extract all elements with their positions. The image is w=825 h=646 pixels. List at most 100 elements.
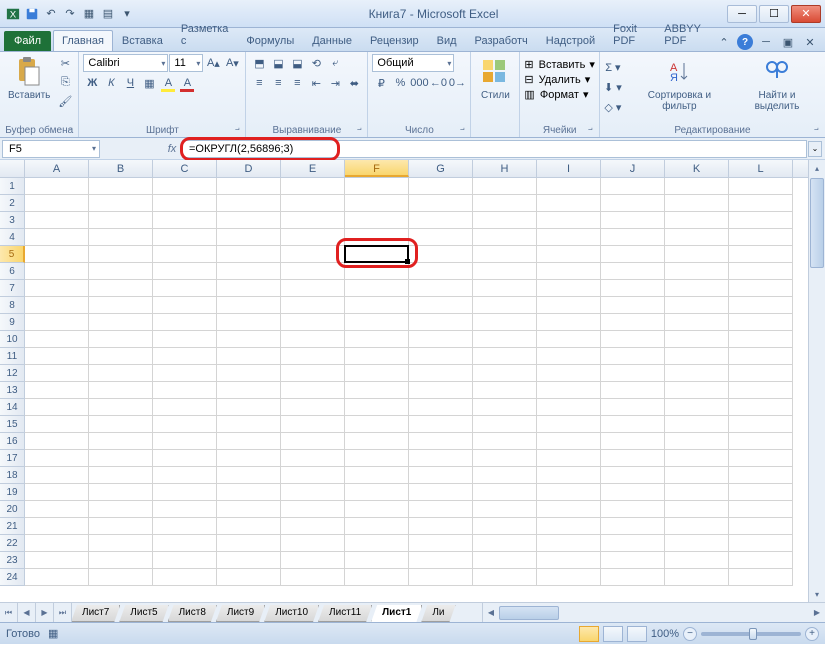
cell[interactable] — [601, 348, 665, 365]
cell[interactable] — [345, 348, 409, 365]
maximize-button[interactable]: ☐ — [759, 5, 789, 23]
tab-view[interactable]: Вид — [428, 30, 466, 51]
zoom-slider[interactable] — [701, 632, 801, 636]
cell[interactable] — [473, 501, 537, 518]
cell[interactable] — [409, 501, 473, 518]
cell[interactable] — [537, 416, 601, 433]
cell[interactable] — [601, 195, 665, 212]
tab-home[interactable]: Главная — [53, 30, 113, 51]
cell[interactable] — [665, 246, 729, 263]
cell[interactable] — [473, 450, 537, 467]
cell[interactable] — [665, 382, 729, 399]
cell[interactable] — [409, 178, 473, 195]
cell[interactable] — [25, 416, 89, 433]
cell[interactable] — [345, 365, 409, 382]
tab-developer[interactable]: Разработч — [466, 30, 537, 51]
cell[interactable] — [281, 382, 345, 399]
column-header[interactable]: C — [153, 160, 217, 177]
cell[interactable] — [601, 263, 665, 280]
cell[interactable] — [153, 331, 217, 348]
cell[interactable] — [729, 518, 793, 535]
row-header[interactable]: 23 — [0, 552, 25, 569]
cell[interactable] — [153, 348, 217, 365]
sheet-tab[interactable]: Лист9 — [216, 605, 265, 622]
font-color-icon[interactable]: A — [178, 74, 196, 92]
cell[interactable] — [473, 416, 537, 433]
cell[interactable] — [601, 382, 665, 399]
view-layout-button[interactable] — [603, 626, 623, 642]
cell[interactable] — [473, 552, 537, 569]
cell[interactable] — [153, 518, 217, 535]
cell[interactable] — [537, 178, 601, 195]
cell[interactable] — [281, 518, 345, 535]
cell[interactable] — [729, 399, 793, 416]
cell[interactable] — [665, 195, 729, 212]
name-box[interactable]: F5 — [2, 140, 100, 158]
cell[interactable] — [473, 348, 537, 365]
row-header[interactable]: 7 — [0, 280, 25, 297]
cell[interactable] — [281, 178, 345, 195]
cell[interactable] — [473, 229, 537, 246]
cell[interactable] — [153, 365, 217, 382]
cell[interactable] — [729, 195, 793, 212]
currency-icon[interactable]: ₽ — [372, 74, 390, 92]
row-header[interactable]: 14 — [0, 399, 25, 416]
row-header[interactable]: 16 — [0, 433, 25, 450]
cell[interactable] — [473, 263, 537, 280]
cell[interactable] — [409, 212, 473, 229]
bold-button[interactable]: Ж — [83, 74, 101, 92]
cell[interactable] — [89, 467, 153, 484]
cell[interactable] — [345, 433, 409, 450]
cell[interactable] — [665, 229, 729, 246]
vertical-scrollbar[interactable]: ▴ ▾ — [808, 160, 825, 602]
macro-record-icon[interactable]: ▦ — [48, 627, 58, 640]
cell[interactable] — [473, 280, 537, 297]
cell[interactable] — [537, 433, 601, 450]
cell[interactable] — [729, 348, 793, 365]
cell[interactable] — [409, 518, 473, 535]
scroll-left-icon[interactable]: ◀ — [483, 603, 499, 622]
column-header[interactable]: I — [537, 160, 601, 177]
grid-rows[interactable]: 123452,569678910111213141516171819202122… — [0, 178, 825, 586]
cell[interactable] — [409, 280, 473, 297]
cell[interactable] — [345, 331, 409, 348]
cell[interactable] — [409, 433, 473, 450]
align-left-icon[interactable]: ≡ — [250, 74, 268, 92]
cell[interactable] — [601, 484, 665, 501]
cell[interactable] — [601, 280, 665, 297]
cell[interactable] — [665, 501, 729, 518]
indent-inc-icon[interactable]: ⇥ — [326, 74, 344, 92]
cell[interactable] — [729, 467, 793, 484]
cell[interactable] — [89, 297, 153, 314]
align-middle-icon[interactable]: ⬓ — [269, 54, 287, 72]
tab-addins[interactable]: Надстрой — [537, 30, 604, 51]
cell[interactable] — [217, 331, 281, 348]
qa-btn[interactable]: ▦ — [80, 5, 98, 23]
percent-icon[interactable]: % — [391, 74, 409, 92]
cell[interactable] — [217, 212, 281, 229]
format-cells-button[interactable]: ▥ Формат ▾ — [524, 88, 588, 101]
cell[interactable] — [345, 229, 409, 246]
cell[interactable] — [409, 229, 473, 246]
cell[interactable] — [729, 484, 793, 501]
cell[interactable] — [409, 484, 473, 501]
cell[interactable] — [409, 195, 473, 212]
cell[interactable] — [217, 246, 281, 263]
cell[interactable] — [153, 263, 217, 280]
font-size-combo[interactable]: 11 — [169, 54, 203, 72]
grow-font-icon[interactable]: A▴ — [204, 54, 222, 72]
cell[interactable] — [537, 552, 601, 569]
cell[interactable] — [281, 348, 345, 365]
cell[interactable] — [345, 314, 409, 331]
cell[interactable] — [153, 399, 217, 416]
cell[interactable] — [473, 382, 537, 399]
row-header[interactable]: 15 — [0, 416, 25, 433]
cell[interactable] — [729, 433, 793, 450]
align-top-icon[interactable]: ⬒ — [250, 54, 268, 72]
cell[interactable] — [281, 229, 345, 246]
cell[interactable] — [665, 450, 729, 467]
help-icon[interactable]: ? — [737, 34, 753, 50]
cell[interactable] — [665, 518, 729, 535]
cell[interactable] — [153, 178, 217, 195]
cell[interactable] — [217, 535, 281, 552]
